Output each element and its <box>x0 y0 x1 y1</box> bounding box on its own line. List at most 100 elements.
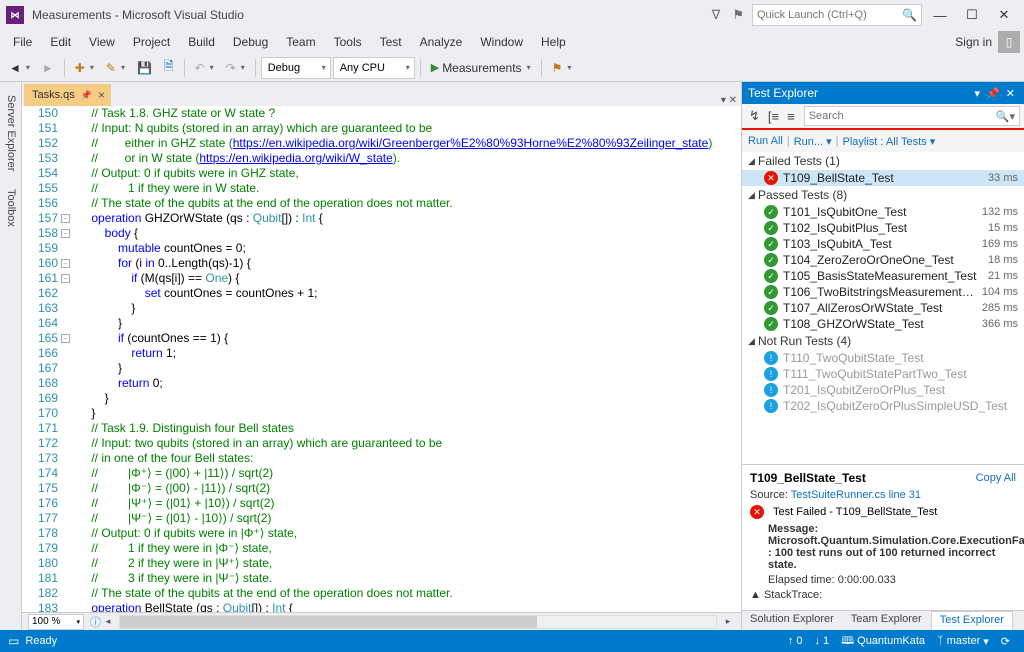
copy-all-link[interactable]: Copy All <box>976 472 1016 484</box>
test-explorer-title: Test Explorer <box>748 86 818 100</box>
test-item[interactable]: ✕T109_BellState_Test33 ms <box>742 170 1024 186</box>
pending-up[interactable]: ↑ 0 <box>782 635 809 647</box>
run-all-link[interactable]: Run All <box>748 135 783 147</box>
hscroll-track[interactable] <box>119 615 717 629</box>
test-item[interactable]: ✓T105_BasisStateMeasurement_Test21 ms <box>742 268 1024 284</box>
side-tab-toolbox[interactable]: Toolbox <box>0 180 21 236</box>
zoom-dropdown[interactable]: 100 % <box>28 614 84 630</box>
fold-toggle[interactable]: - <box>61 229 70 238</box>
menu-tools[interactable]: Tools <box>325 32 371 52</box>
quick-launch[interactable]: 🔍 <box>752 4 922 26</box>
group-by-icon[interactable]: [≡ <box>765 107 782 126</box>
test-item[interactable]: ✓T101_IsQubitOne_Test132 ms <box>742 204 1024 220</box>
test-detail-panel: T109_BellState_Test Copy All Source: Tes… <box>742 464 1024 610</box>
test-explorer-toolbar: ↯ [≡ ≡ 🔍▾ <box>742 104 1024 130</box>
forward-button[interactable]: ► <box>37 58 59 78</box>
bottom-tabstrip: Solution ExplorerTeam ExplorerTest Explo… <box>742 610 1024 630</box>
user-avatar-icon[interactable]: ▯ <box>998 31 1020 53</box>
quick-launch-input[interactable] <box>757 9 902 21</box>
misc-button[interactable]: ⚑ <box>547 58 577 78</box>
repo-name[interactable]: 🕮 QuantumKata <box>835 632 931 651</box>
test-item[interactable]: !T201_IsQubitZeroOrPlus_Test <box>742 382 1024 398</box>
document-tab[interactable]: Tasks.qs 📌 × <box>24 84 111 106</box>
list-icon[interactable]: ≡ <box>784 107 798 126</box>
menu-window[interactable]: Window <box>471 32 532 52</box>
open-button[interactable]: ✎ <box>101 58 130 78</box>
test-item[interactable]: ✓T106_TwoBitstringsMeasurement_Test104 m… <box>742 284 1024 300</box>
run-link[interactable]: Run... ▾ <box>794 135 832 148</box>
platform-dropdown[interactable]: Any CPU <box>333 57 415 79</box>
test-item[interactable]: ✓T104_ZeroZeroOrOneOne_Test18 ms <box>742 252 1024 268</box>
fold-toggle[interactable]: - <box>61 259 70 268</box>
close-button[interactable]: ✕ <box>990 4 1018 26</box>
bottom-tab-solution-explorer[interactable]: Solution Explorer <box>742 611 843 630</box>
branch-name[interactable]: ᛉ master ▾ <box>931 635 995 648</box>
funnel-icon[interactable]: ∇ <box>708 7 725 23</box>
playlist-link[interactable]: Playlist : All Tests ▾ <box>843 135 936 148</box>
bottom-tab-team-explorer[interactable]: Team Explorer <box>843 611 931 630</box>
menu-test[interactable]: Test <box>371 32 411 52</box>
fold-toggle[interactable]: - <box>61 274 70 283</box>
side-tab-server-explorer[interactable]: Server Explorer <box>0 86 21 180</box>
back-button[interactable]: ◄ <box>4 58 35 78</box>
test-item[interactable]: ✓T103_IsQubitA_Test169 ms <box>742 236 1024 252</box>
bottom-tab-test-explorer[interactable]: Test Explorer <box>931 611 1013 630</box>
test-item[interactable]: ✓T102_IsQubitPlus_Test15 ms <box>742 220 1024 236</box>
test-item[interactable]: !T111_TwoQubitStatePartTwo_Test <box>742 366 1024 382</box>
detail-source-link[interactable]: TestSuiteRunner.cs line 31 <box>791 489 921 501</box>
test-item[interactable]: ✓T108_GHZOrWState_Test366 ms <box>742 316 1024 332</box>
maximize-button[interactable]: ☐ <box>958 4 986 26</box>
tabs-overflow-icon[interactable]: ▾ ✕ <box>721 95 741 106</box>
status-icon: ✕ <box>764 171 778 185</box>
redo-button[interactable]: ↷ <box>221 58 250 78</box>
test-group[interactable]: ◢Passed Tests (8) <box>742 186 1024 204</box>
menu-debug[interactable]: Debug <box>224 32 277 52</box>
test-item[interactable]: !T202_IsQubitZeroOrPlusSimpleUSD_Test <box>742 398 1024 414</box>
fold-toggle[interactable]: - <box>61 334 70 343</box>
notifications-icon[interactable]: ⚑ <box>728 7 748 23</box>
streaming-icon[interactable]: ↯ <box>746 106 763 126</box>
status-icon: ! <box>764 399 778 413</box>
test-item[interactable]: ✓T107_AllZerosOrWState_Test285 ms <box>742 300 1024 316</box>
start-button[interactable]: ▶Measurements <box>426 58 536 78</box>
code-editor[interactable]: ------- 15015115215315415515615715815916… <box>22 106 741 612</box>
test-search[interactable]: 🔍▾ <box>804 106 1020 126</box>
line-number-gutter: ------- 15015115215315415515615715815916… <box>22 106 74 612</box>
pin-icon[interactable]: 📌 <box>81 90 92 101</box>
menu-help[interactable]: Help <box>532 32 575 52</box>
menu-edit[interactable]: Edit <box>41 32 80 52</box>
undo-button[interactable]: ↶ <box>190 58 219 78</box>
sync-icon[interactable]: ⟳ <box>995 635 1016 648</box>
test-group[interactable]: ◢Failed Tests (1) <box>742 152 1024 170</box>
panel-pin-icon[interactable]: 📌 <box>983 87 1003 100</box>
save-button[interactable]: 💾 <box>132 58 157 78</box>
hscroll-left[interactable]: ◂ <box>101 616 115 627</box>
test-search-input[interactable] <box>809 110 996 122</box>
fold-toggle[interactable]: - <box>61 214 70 223</box>
menu-team[interactable]: Team <box>277 32 324 52</box>
status-icon: ✓ <box>764 237 778 251</box>
menu-analyze[interactable]: Analyze <box>411 32 472 52</box>
minimize-button[interactable]: — <box>926 4 954 26</box>
hscroll-right[interactable]: ▸ <box>721 616 735 627</box>
panel-dropdown-icon[interactable]: ▾ <box>972 87 984 100</box>
menu-file[interactable]: File <box>4 32 41 52</box>
menu-view[interactable]: View <box>80 32 124 52</box>
detail-fail-header: Test Failed - T109_BellState_Test <box>773 506 937 518</box>
pending-down[interactable]: ↓ 1 <box>809 635 836 647</box>
test-item[interactable]: !T110_TwoQubitState_Test <box>742 350 1024 366</box>
tab-close-icon[interactable]: × <box>98 88 105 102</box>
hscroll-thumb[interactable] <box>120 616 537 628</box>
code-content[interactable]: // Task 1.8. GHZ state or W state ? // I… <box>74 106 741 612</box>
menu-project[interactable]: Project <box>124 32 179 52</box>
sign-in-link[interactable]: Sign in <box>949 35 998 49</box>
save-all-button[interactable]: 🗎 <box>159 54 179 81</box>
menubar: FileEditViewProjectBuildDebugTeamToolsTe… <box>0 30 1024 54</box>
menu-build[interactable]: Build <box>179 32 224 52</box>
info-icon[interactable]: ⓘ <box>90 614 101 630</box>
test-tree[interactable]: ◢Failed Tests (1)✕T109_BellState_Test33 … <box>742 152 1024 464</box>
new-project-button[interactable]: ✚ <box>70 58 99 78</box>
test-group[interactable]: ◢Not Run Tests (4) <box>742 332 1024 350</box>
config-dropdown[interactable]: Debug <box>261 57 331 79</box>
panel-close-icon[interactable]: ✕ <box>1003 87 1018 100</box>
